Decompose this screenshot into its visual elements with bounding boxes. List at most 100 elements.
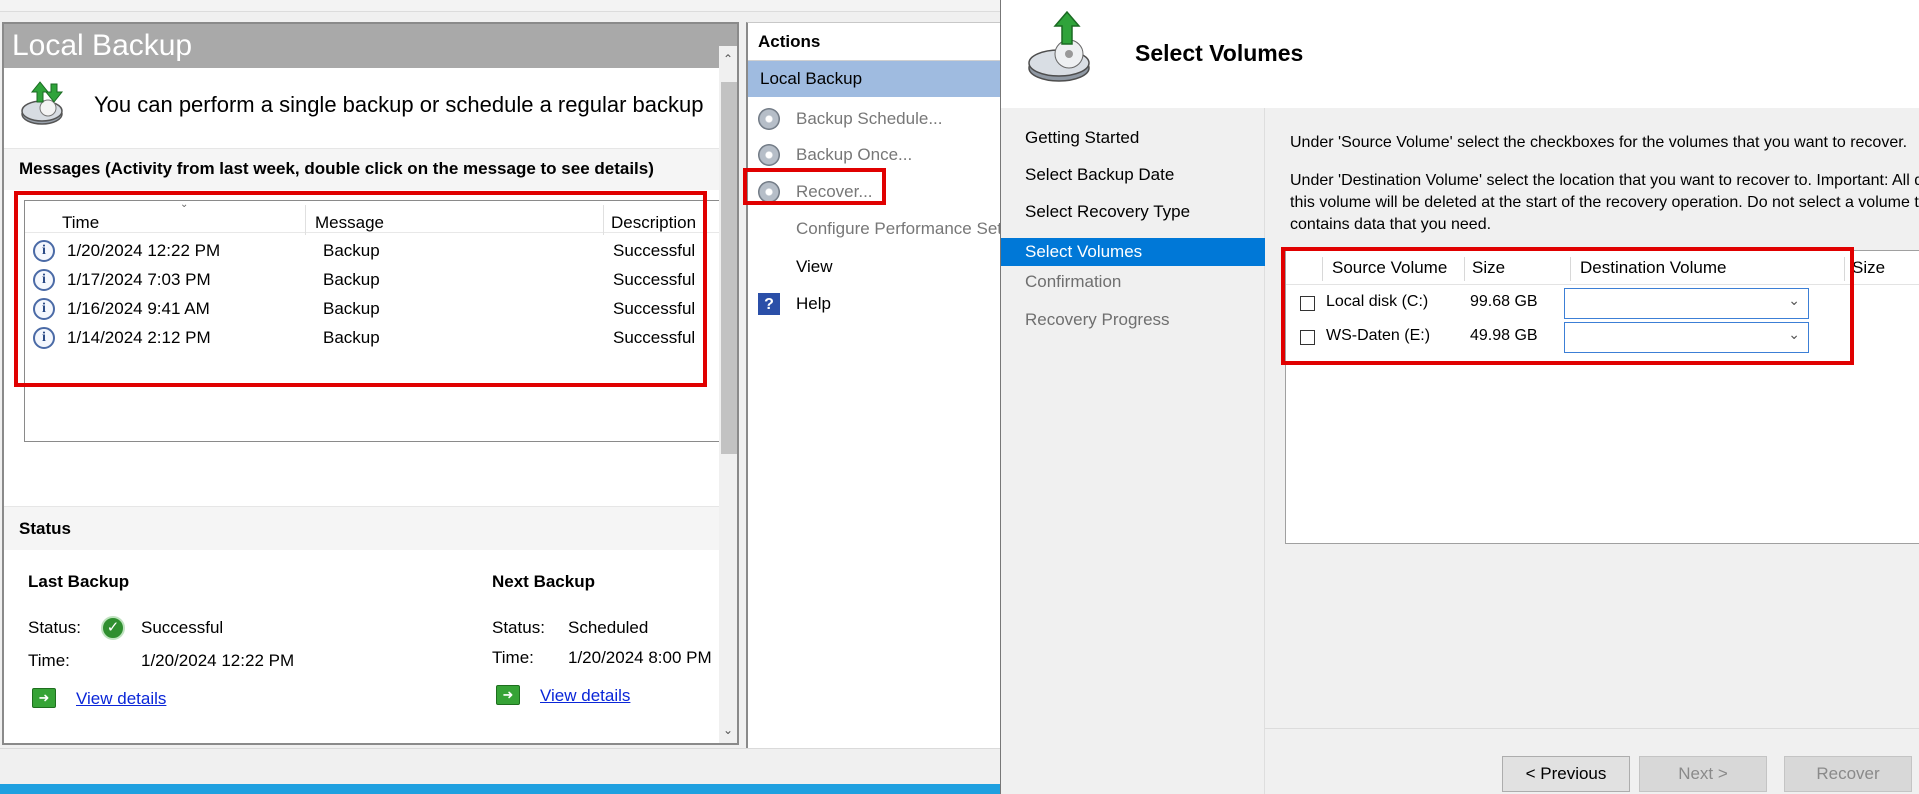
info-icon: i: [33, 327, 55, 349]
column-header-time[interactable]: Time: [62, 207, 99, 239]
mmc-console: Local Backup You can perform a single ba…: [0, 0, 1052, 794]
next-backup-view-details-link[interactable]: View details: [540, 686, 630, 706]
column-divider[interactable]: [305, 205, 306, 235]
recover-icon: [758, 181, 780, 203]
next-backup-time-value: 1/20/2024 8:00 PM: [568, 648, 712, 667]
status-section-header: Status: [4, 506, 719, 550]
scroll-down-arrow-icon[interactable]: ⌄: [723, 723, 733, 737]
destination-volume-select[interactable]: ⌄: [1564, 288, 1809, 319]
local-backup-pane: Local Backup You can perform a single ba…: [2, 22, 739, 745]
action-help[interactable]: ? Help: [748, 288, 1002, 320]
sort-caret-icon: ⌄: [180, 199, 189, 210]
screenshot-root: { "left": { "title": "Local Backup", "in…: [0, 0, 1919, 794]
info-icon: i: [33, 298, 55, 320]
table-row[interactable]: i 1/17/2024 7:03 PM Backup Successful: [25, 266, 725, 294]
action-configure-performance[interactable]: Configure Performance Settings...: [748, 213, 1052, 245]
row-message: Backup: [323, 299, 380, 318]
next-backup-status-value: Scheduled: [568, 618, 649, 637]
console-top-strip: [0, 0, 1000, 12]
wizard-step-select-recovery-type[interactable]: Select Recovery Type: [1001, 198, 1265, 226]
column-divider[interactable]: [1464, 257, 1465, 281]
column-header-size[interactable]: Size: [1472, 251, 1505, 285]
status-bar: [0, 748, 1000, 784]
wizard-step-getting-started[interactable]: Getting Started: [1001, 124, 1265, 152]
destination-volume-select[interactable]: ⌄: [1564, 322, 1809, 353]
messages-table[interactable]: ⌄ Time Message Description i 1/20/2024 1…: [24, 199, 725, 442]
chevron-down-icon: ⌄: [1788, 292, 1800, 308]
action-backup-schedule[interactable]: Backup Schedule...: [748, 103, 1002, 135]
actions-group-local-backup[interactable]: Local Backup: [748, 61, 1002, 97]
status-header-text: Status: [19, 519, 71, 538]
next-button[interactable]: Next >: [1639, 756, 1767, 792]
recover-button[interactable]: Recover: [1784, 756, 1912, 792]
backup-schedule-icon: [758, 108, 780, 130]
last-backup-panel: Last Backup Status: ✓ Successful Time: 1…: [28, 554, 368, 724]
column-header-destination-volume[interactable]: Destination Volume: [1580, 251, 1726, 285]
action-recover[interactable]: Recover...: [748, 176, 1002, 208]
row-time: 1/17/2024 7:03 PM: [67, 270, 211, 289]
column-header-description[interactable]: Description: [611, 207, 696, 239]
intro-text: You can perform a single backup or sched…: [94, 92, 704, 117]
column-divider[interactable]: [603, 205, 604, 235]
wizard-step-recovery-progress: Recovery Progress: [1025, 310, 1170, 329]
instruction-destination-line3: contains data that you need.: [1290, 216, 1492, 233]
wizard-step-select-backup-date[interactable]: Select Backup Date: [1001, 161, 1265, 189]
row-description: Successful: [613, 270, 696, 289]
info-icon: i: [33, 269, 55, 291]
column-divider[interactable]: [1570, 257, 1571, 281]
volume-checkbox[interactable]: [1300, 330, 1315, 345]
column-header-message[interactable]: Message: [315, 207, 384, 239]
row-time: 1/14/2024 2:12 PM: [67, 328, 211, 347]
table-row[interactable]: i 1/20/2024 12:22 PM Backup Successful: [25, 237, 725, 265]
row-message: Backup: [323, 241, 380, 260]
action-view[interactable]: View: [748, 251, 1002, 283]
vertical-scrollbar[interactable]: ⌃ ⌄: [719, 46, 737, 743]
view-details-arrow-icon[interactable]: ➜: [32, 688, 56, 708]
volume-size: 49.98 GB: [1470, 327, 1538, 344]
next-backup-status-label: Status:: [492, 618, 545, 637]
help-icon: ?: [758, 293, 780, 315]
last-backup-title: Last Backup: [28, 572, 130, 591]
row-message: Backup: [323, 270, 380, 289]
backup-once-icon: [758, 144, 780, 166]
column-header-destination-size[interactable]: Size: [1852, 251, 1885, 285]
action-backup-once[interactable]: Backup Once...: [748, 139, 1002, 171]
wizard-step-select-volumes[interactable]: Select Volumes: [1001, 238, 1265, 266]
wizard-title: Select Volumes: [1135, 40, 1304, 66]
next-backup-time-label: Time:: [492, 648, 534, 667]
last-backup-view-details-link[interactable]: View details: [76, 689, 166, 709]
actions-pane: Actions Local Backup Backup Schedule... …: [746, 22, 1052, 748]
recovery-drive-icon: [1028, 10, 1090, 82]
table-row[interactable]: i 1/16/2024 9:41 AM Backup Successful: [25, 295, 725, 323]
instruction-destination-line1: Under 'Destination Volume' select the lo…: [1290, 172, 1919, 189]
volume-size: 99.68 GB: [1470, 293, 1538, 310]
last-backup-status-label: Status:: [28, 618, 81, 637]
wizard-header: Select Volumes: [1001, 0, 1919, 108]
chevron-down-icon: ⌄: [1788, 326, 1800, 342]
volume-name: Local disk (C:): [1326, 293, 1429, 310]
action-label: Recover...: [796, 182, 873, 201]
column-divider[interactable]: [1322, 257, 1323, 281]
messages-header-text: Messages (Activity from last week, doubl…: [19, 159, 654, 178]
backup-drive-icon: [21, 81, 64, 125]
pane-title: Local Backup: [4, 24, 737, 68]
wizard-content: Under 'Source Volume' select the checkbo…: [1265, 108, 1919, 728]
next-backup-panel: Next Backup Status: Scheduled Time: 1/20…: [492, 554, 737, 724]
volumes-grid-header: Source Volume Size Destination Volume Si…: [1286, 251, 1919, 285]
table-row[interactable]: i 1/14/2024 2:12 PM Backup Successful: [25, 324, 725, 352]
volume-row: WS-Daten (E:) 49.98 GB ⌄: [1286, 321, 1919, 355]
view-details-arrow-icon[interactable]: ➜: [496, 685, 520, 705]
scroll-up-arrow-icon[interactable]: ⌃: [723, 52, 733, 66]
wizard-steps: Getting Started Select Backup Date Selec…: [1001, 108, 1265, 794]
volume-row: Local disk (C:) 99.68 GB ⌄: [1286, 287, 1919, 321]
success-check-icon: ✓: [101, 616, 125, 640]
volume-checkbox[interactable]: [1300, 296, 1315, 311]
vertical-scroll-thumb[interactable]: [721, 82, 737, 454]
column-divider[interactable]: [1844, 257, 1845, 281]
recovery-wizard: Select Volumes Getting Started Select Ba…: [1000, 0, 1919, 794]
row-time: 1/16/2024 9:41 AM: [67, 299, 210, 318]
column-header-source-volume[interactable]: Source Volume: [1332, 251, 1447, 285]
instruction-source: Under 'Source Volume' select the checkbo…: [1290, 134, 1908, 151]
last-backup-time-label: Time:: [28, 651, 70, 670]
previous-button[interactable]: < Previous: [1502, 756, 1630, 792]
